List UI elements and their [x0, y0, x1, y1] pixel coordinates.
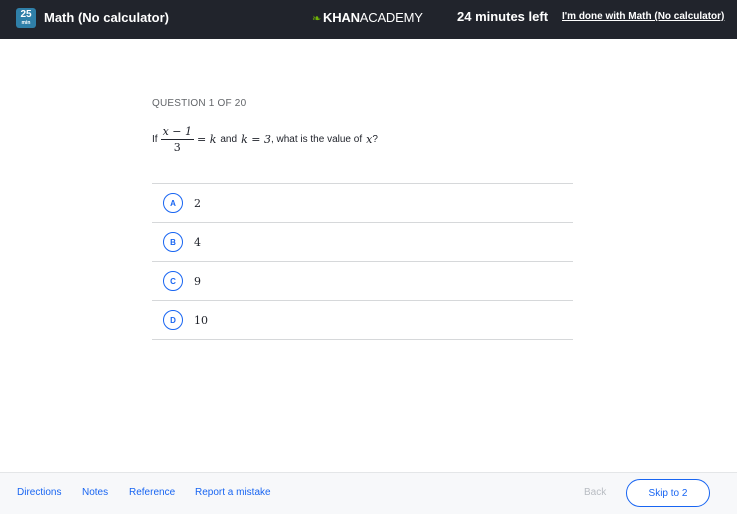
bottom-bar: Directions Notes Reference Report a mist…: [0, 472, 737, 514]
choice-value: 9: [194, 274, 201, 288]
fraction-denominator: 3: [173, 140, 181, 154]
test-title: Math (No calculator): [44, 10, 169, 25]
back-button[interactable]: Back: [584, 487, 606, 498]
choice-letter: D: [163, 310, 183, 330]
report-mistake-link[interactable]: Report a mistake: [195, 487, 271, 498]
answer-choices: A 2 B 4 C 9 D 10: [152, 183, 573, 340]
prompt-k-eq: k = 3: [241, 132, 271, 146]
directions-link[interactable]: Directions: [17, 487, 61, 498]
leaf-icon: ❧: [312, 13, 322, 25]
choice-letter: A: [163, 193, 183, 213]
top-bar: 25 min Math (No calculator) ❧ KHANACADEMY…: [0, 0, 737, 39]
reference-link[interactable]: Reference: [129, 487, 175, 498]
choice-value: 2: [194, 196, 201, 210]
notes-link[interactable]: Notes: [82, 487, 108, 498]
prompt-qmark: ?: [372, 133, 378, 145]
choice-letter: C: [163, 271, 183, 291]
choice-c[interactable]: C 9: [152, 262, 573, 301]
fraction: x − 1 3: [160, 124, 194, 154]
prompt-eq-k: = k: [196, 132, 217, 146]
badge-unit: min: [21, 20, 31, 26]
question-counter: QUESTION 1 OF 20: [152, 98, 247, 109]
choice-value: 4: [194, 235, 201, 249]
choice-a[interactable]: A 2: [152, 184, 573, 223]
khan-academy-logo: ❧ KHANACADEMY: [312, 10, 423, 25]
timer: 24 minutes left: [457, 9, 549, 24]
fraction-numerator: x − 1: [160, 124, 194, 140]
question-prompt: If x − 1 3 = k and k = 3 , what is the v…: [152, 124, 378, 154]
choice-value: 10: [194, 313, 208, 327]
prompt-tail: , what is the value of: [270, 133, 363, 145]
logo-khan: KHAN: [323, 10, 360, 25]
time-badge-icon: 25 min: [16, 8, 36, 28]
done-link[interactable]: I'm done with Math (No calculator): [562, 11, 724, 22]
choice-d[interactable]: D 10: [152, 301, 573, 340]
logo-academy: ACADEMY: [359, 10, 423, 25]
skip-button[interactable]: Skip to 2: [626, 479, 710, 507]
prompt-and: and: [220, 133, 238, 145]
badge-number: 25: [20, 9, 32, 20]
prompt-if: If: [152, 133, 158, 145]
choice-letter: B: [163, 232, 183, 252]
choice-b[interactable]: B 4: [152, 223, 573, 262]
